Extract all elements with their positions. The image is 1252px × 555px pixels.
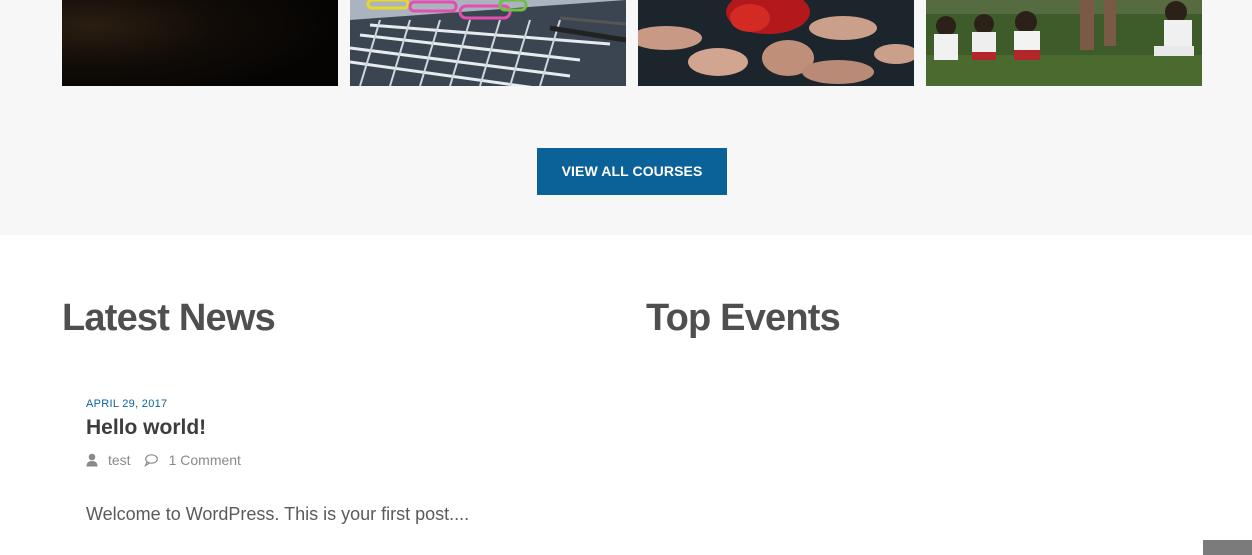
scroll-to-top-button[interactable] [1203, 540, 1252, 555]
course-thumbnail[interactable] [350, 0, 626, 86]
post-author-link[interactable]: test [108, 452, 131, 468]
courses-section: VIEW ALL COURSES [0, 0, 1252, 235]
user-icon [86, 453, 98, 467]
course-thumbnail[interactable] [62, 0, 338, 86]
paperclips-and-pen-image [350, 0, 626, 86]
post-excerpt: Welcome to WordPress. This is your first… [86, 504, 470, 524]
post-title-link[interactable]: Hello world! [86, 414, 206, 442]
children-on-grass-image [926, 0, 1202, 86]
course-thumbnail[interactable] [926, 0, 1202, 86]
comment-icon [143, 453, 158, 468]
post-date: APRIL 29, 2017 [86, 398, 168, 410]
view-all-courses-button[interactable]: VIEW ALL COURSES [537, 148, 727, 195]
post-meta: test 1 Comment [86, 451, 241, 469]
latest-news-heading: Latest News [62, 297, 276, 339]
dark-texture-image [62, 0, 338, 86]
top-events-heading: Top Events [646, 297, 841, 339]
post-comments-link[interactable]: 1 Comment [169, 452, 241, 468]
hands-holding-red-object-image [638, 0, 914, 86]
course-thumbnail[interactable] [638, 0, 914, 86]
